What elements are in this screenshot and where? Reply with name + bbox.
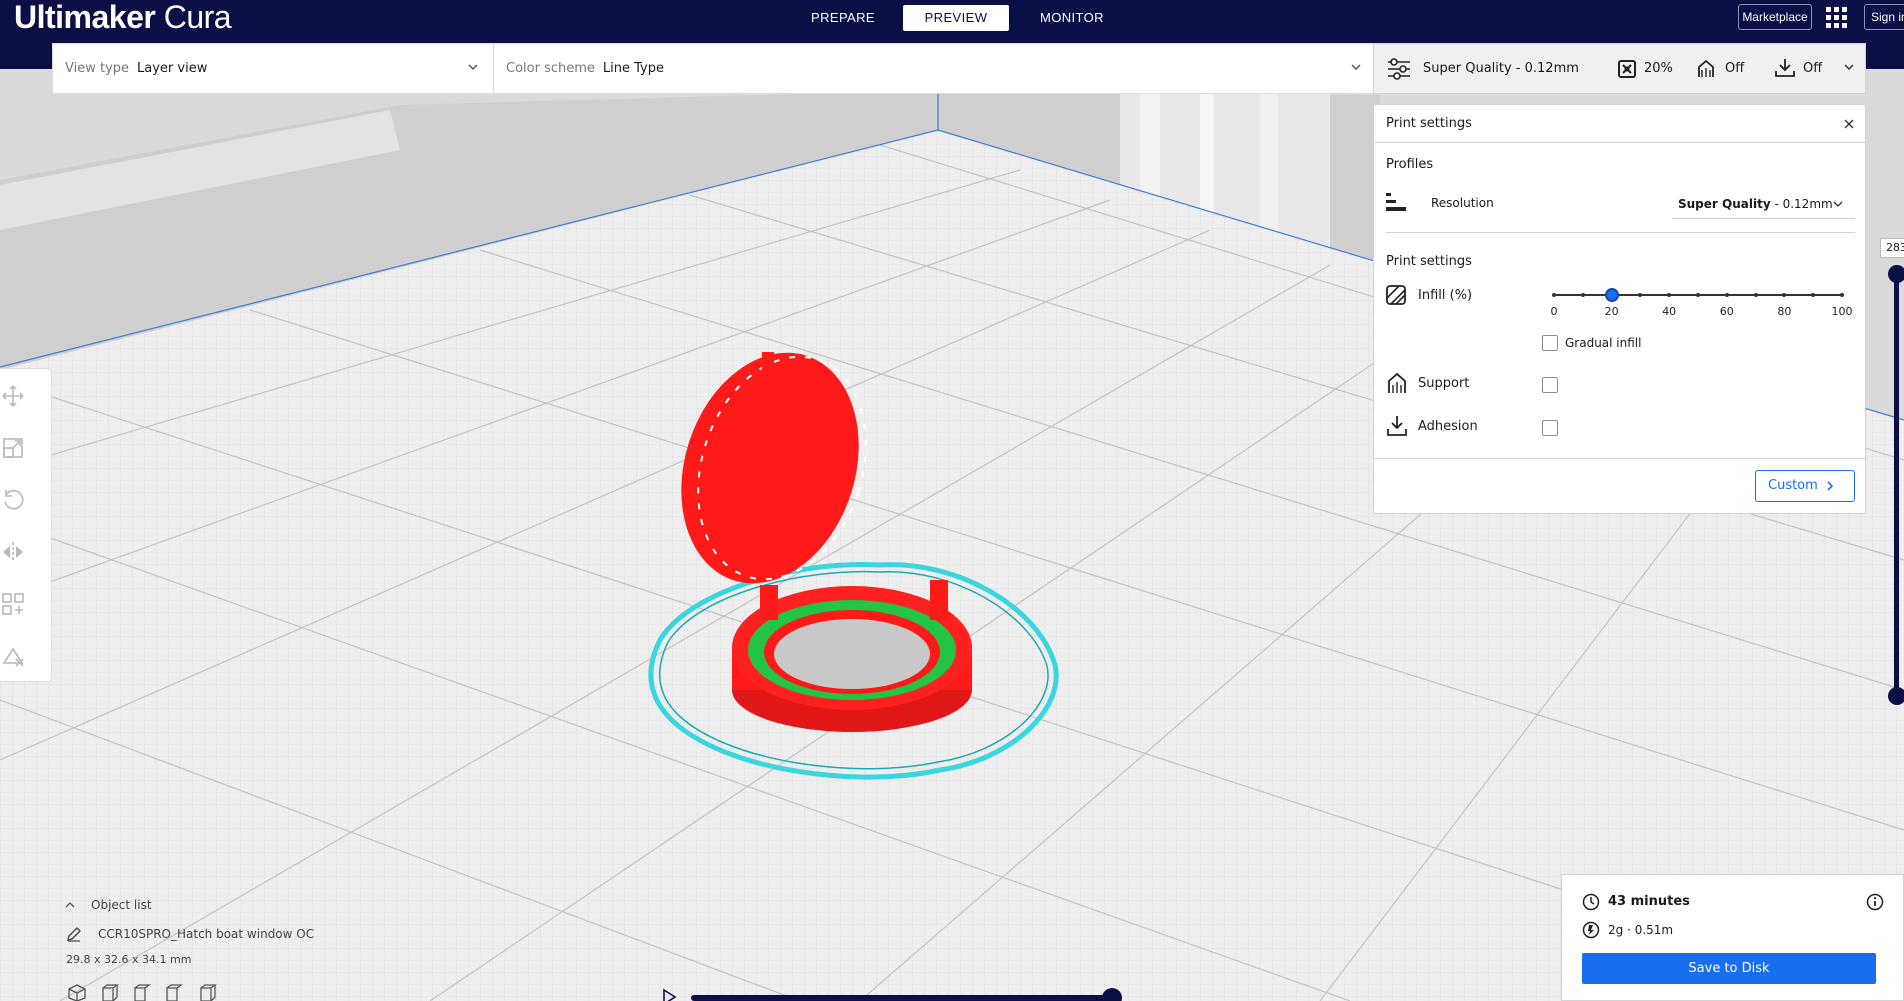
infill-label: Infill (%) bbox=[1418, 288, 1473, 303]
profile-summary: Super Quality - 0.12mm bbox=[1423, 61, 1579, 76]
slider-tick-label: 0 bbox=[1550, 305, 1558, 318]
print-settings-heading: Print settings bbox=[1386, 254, 1472, 269]
view-options-bar: View type Layer view Color scheme Line Typ… bbox=[52, 43, 1374, 94]
material-usage: 2g · 0.51m bbox=[1608, 923, 1674, 937]
edit-pencil-icon[interactable] bbox=[66, 926, 82, 942]
slider-tick bbox=[1811, 293, 1816, 297]
object-dimensions: 29.8 x 32.6 x 34.1 mm bbox=[66, 953, 192, 966]
simulation-timeline[interactable] bbox=[691, 995, 1113, 1001]
gradual-infill-checkbox[interactable] bbox=[1542, 335, 1558, 351]
view-type-label: View type bbox=[65, 61, 130, 76]
marketplace-button[interactable]: Marketplace bbox=[1738, 4, 1812, 30]
slider-tick-label: 100 bbox=[1831, 305, 1853, 318]
gradual-infill-label: Gradual infill bbox=[1565, 336, 1642, 350]
chevron-right-icon bbox=[1827, 481, 1834, 491]
slider-tick-label: 80 bbox=[1777, 305, 1792, 318]
slider-tick-label: 20 bbox=[1604, 305, 1619, 318]
info-icon[interactable] bbox=[1866, 893, 1884, 911]
chevron-up-icon[interactable] bbox=[64, 899, 76, 911]
support-summary: Off bbox=[1725, 61, 1745, 76]
slider-tick bbox=[1638, 293, 1643, 297]
object-name: CCR10SPRO_Hatch boat window OC bbox=[98, 927, 315, 941]
adhesion-summary: Off bbox=[1803, 61, 1823, 76]
adhesion-icon bbox=[1387, 416, 1407, 436]
infill-icon bbox=[1386, 285, 1406, 305]
support-icon bbox=[1698, 59, 1714, 77]
view-type-selector[interactable]: View type Layer view bbox=[65, 44, 207, 93]
rotate-icon[interactable] bbox=[0, 487, 26, 513]
print-settings-panel: Print settings Profiles Resolution Super… bbox=[1373, 104, 1866, 514]
divider bbox=[1374, 458, 1865, 459]
slider-tick bbox=[1580, 293, 1585, 297]
layer-number-input[interactable]: 283 bbox=[1880, 238, 1904, 258]
infill-slider[interactable] bbox=[1552, 293, 1844, 297]
sign-in-button[interactable]: Sign in bbox=[1864, 4, 1904, 30]
layer-slider-top-handle[interactable] bbox=[1888, 265, 1904, 283]
color-scheme-value: Line Type bbox=[602, 61, 664, 76]
spool-icon bbox=[1582, 921, 1600, 939]
slider-tick bbox=[1724, 293, 1729, 297]
support-label: Support bbox=[1418, 376, 1470, 391]
settings-sliders-icon bbox=[1388, 58, 1410, 80]
object-list-toggle[interactable]: Object list bbox=[91, 898, 152, 912]
play-icon[interactable] bbox=[660, 988, 678, 1001]
slider-tick bbox=[1782, 293, 1787, 297]
camera-view-icons bbox=[68, 984, 217, 1001]
tool-panel bbox=[0, 368, 52, 682]
tab-monitor[interactable]: MONITOR bbox=[1030, 5, 1114, 31]
support-icon bbox=[1388, 372, 1406, 393]
slider-tick bbox=[1667, 293, 1672, 297]
panel-header: Print settings bbox=[1374, 105, 1865, 143]
adhesion-label: Adhesion bbox=[1418, 419, 1478, 434]
profiles-heading: Profiles bbox=[1386, 157, 1434, 172]
resolution-label: Resolution bbox=[1431, 196, 1494, 210]
divider bbox=[1386, 232, 1855, 233]
slider-tick bbox=[1840, 293, 1844, 297]
chevron-down-icon[interactable] bbox=[1842, 60, 1856, 74]
app-logo: Ultimaker Cura bbox=[14, 0, 232, 35]
slider-tick bbox=[1552, 293, 1556, 297]
resolution-dropdown[interactable]: Super Quality - 0.12mm bbox=[1672, 189, 1855, 219]
adhesion-icon bbox=[1775, 59, 1795, 77]
move-icon[interactable] bbox=[0, 383, 26, 409]
color-scheme-selector[interactable]: Color scheme Line Type bbox=[506, 44, 664, 93]
job-info-panel: 43 minutes 2g · 0.51m Save to Disk bbox=[1561, 874, 1904, 1001]
close-icon[interactable] bbox=[1843, 118, 1855, 130]
panel-title: Print settings bbox=[1386, 116, 1472, 131]
mirror-icon[interactable] bbox=[0, 539, 26, 565]
tab-preview[interactable]: PREVIEW bbox=[903, 5, 1009, 31]
slider-tick bbox=[1696, 293, 1700, 297]
timeline-handle[interactable] bbox=[1102, 988, 1122, 1001]
adhesion-checkbox[interactable] bbox=[1542, 420, 1558, 436]
custom-settings-button[interactable]: Custom bbox=[1755, 470, 1855, 502]
tab-prepare[interactable]: PREPARE bbox=[802, 5, 884, 31]
slider-tick-label: 60 bbox=[1719, 305, 1734, 318]
chevron-down-icon[interactable] bbox=[466, 60, 480, 74]
chevron-down-icon[interactable] bbox=[1349, 60, 1363, 74]
infill-summary: 20% bbox=[1644, 61, 1673, 76]
divider bbox=[493, 44, 494, 93]
view-type-value: Layer view bbox=[137, 61, 208, 76]
infill-slider-handle[interactable] bbox=[1604, 288, 1619, 302]
apps-grid-icon[interactable] bbox=[1826, 7, 1848, 29]
scale-icon[interactable] bbox=[0, 435, 26, 461]
save-to-disk-button[interactable]: Save to Disk bbox=[1582, 953, 1876, 984]
infill-icon bbox=[1618, 60, 1636, 78]
support-checkbox[interactable] bbox=[1542, 377, 1558, 393]
resolution-icon bbox=[1386, 193, 1406, 211]
layer-slider-bottom-handle[interactable] bbox=[1888, 687, 1904, 705]
chevron-down-icon bbox=[1833, 201, 1843, 207]
layer-slider-track[interactable] bbox=[1894, 273, 1899, 697]
slider-tick-label: 40 bbox=[1662, 305, 1677, 318]
slider-tick bbox=[1753, 293, 1758, 297]
support-blocker-icon[interactable] bbox=[0, 643, 26, 669]
print-time: 43 minutes bbox=[1608, 894, 1690, 909]
color-scheme-label: Color scheme bbox=[506, 61, 595, 76]
print-settings-summary[interactable]: Super Quality - 0.12mm 20% Off Off bbox=[1373, 43, 1866, 94]
per-model-settings-icon[interactable] bbox=[0, 591, 26, 617]
clock-icon bbox=[1582, 893, 1600, 911]
